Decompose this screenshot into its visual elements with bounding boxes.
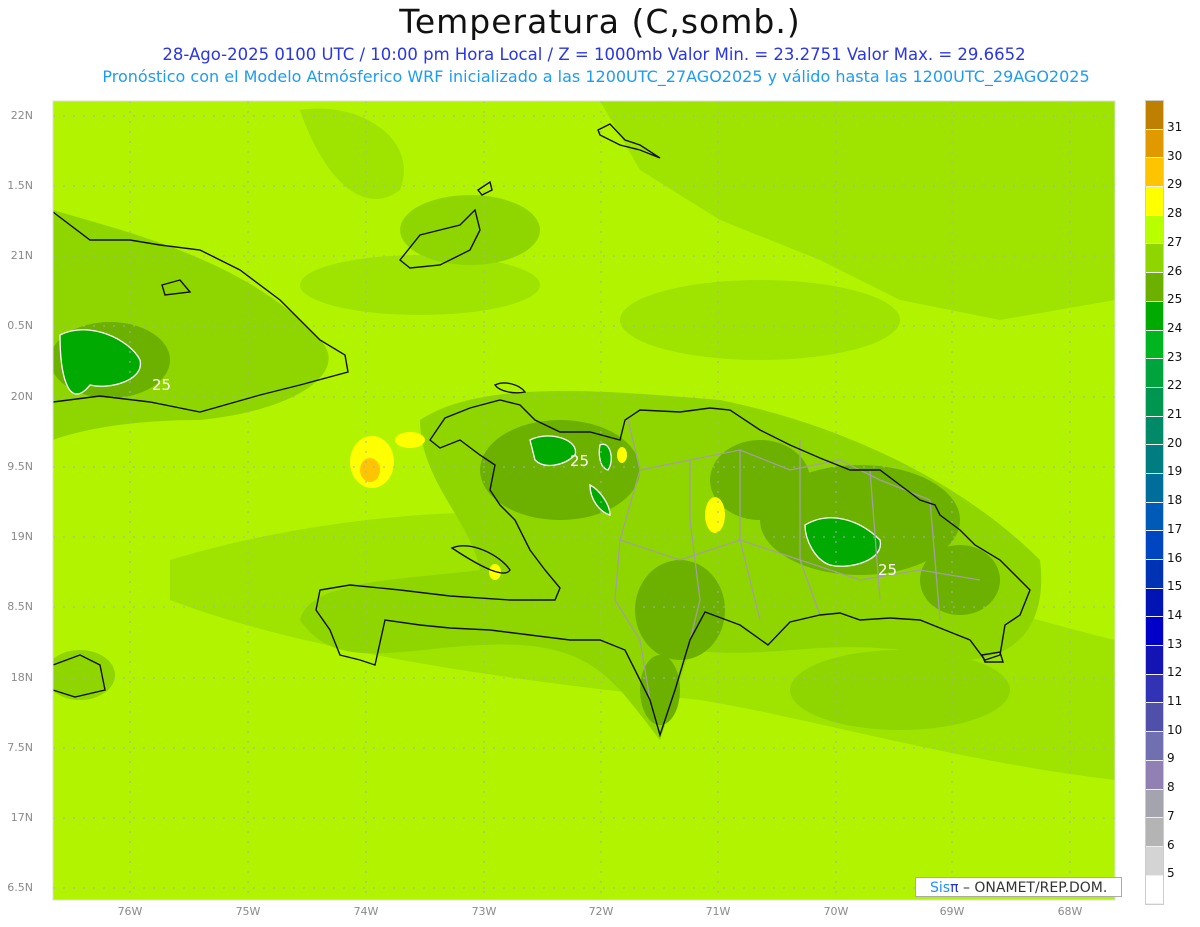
colorbar-swatch (1146, 760, 1163, 790)
colorbar-swatch (1146, 560, 1163, 589)
contour-label: 25 (570, 452, 589, 470)
colorbar-label: 9 (1167, 751, 1175, 766)
lat-label: 18N (10, 671, 33, 684)
colorbar (1145, 100, 1164, 906)
colorbar-swatch (1146, 789, 1163, 819)
colorbar-swatch (1146, 215, 1163, 245)
colorbar-swatch (1146, 646, 1163, 675)
colorbar-swatch (1146, 301, 1163, 331)
contour-label: 25 (152, 376, 171, 394)
lat-label: 22N (10, 109, 33, 122)
colorbar-label: 26 (1167, 263, 1183, 278)
colorbar-label: 14 (1167, 607, 1183, 622)
lon-label: 68W (1057, 905, 1083, 918)
lat-label: 0.5N (7, 319, 33, 332)
lat-label: 1.5N (7, 179, 33, 192)
lon-label: 70W (823, 905, 849, 918)
colorbar-label: 12 (1167, 665, 1183, 680)
colorbar-swatch (1146, 588, 1163, 618)
colorbar-swatch (1146, 732, 1163, 761)
colorbar-swatch (1146, 875, 1163, 905)
colorbar-swatch (1146, 187, 1163, 216)
colorbar-swatch (1146, 359, 1163, 388)
colorbar-swatch (1146, 416, 1163, 446)
colorbar-swatch (1146, 818, 1163, 847)
lat-label: 20N (10, 390, 33, 403)
lon-label: 71W (705, 905, 731, 918)
colorbar-swatch (1146, 445, 1163, 474)
colorbar-label: 15 (1167, 579, 1183, 594)
colorbar-label: 21 (1167, 407, 1183, 421)
colorbar-swatch (1146, 473, 1163, 503)
colorbar-swatch (1146, 101, 1163, 130)
colorbar-label: 25 (1167, 292, 1183, 307)
contour-label: 25 (878, 561, 897, 579)
colorbar-swatch (1146, 846, 1163, 876)
colorbar-label: 23 (1167, 349, 1183, 364)
colorbar-label: 18 (1167, 493, 1183, 508)
colorbar-swatch (1146, 330, 1163, 360)
temperature-map: 25 25 25 (52, 100, 1116, 901)
lat-label: 8.5N (7, 600, 33, 613)
colorbar-label: 27 (1167, 234, 1183, 249)
lat-label: 6.5N (7, 881, 33, 894)
lat-label: 9.5N (7, 460, 33, 473)
lon-label: 69W (939, 905, 965, 918)
colorbar-label: 8 (1167, 780, 1175, 795)
lon-label: 76W (117, 905, 143, 918)
colorbar-label: 24 (1167, 320, 1183, 335)
lat-label: 19N (10, 530, 33, 543)
colorbar-label: 29 (1167, 177, 1183, 192)
credit-logo: Sisπ – ONAMET/REP.DOM. (915, 877, 1122, 897)
colorbar-label: 17 (1167, 521, 1183, 536)
colorbar-swatch (1146, 703, 1163, 733)
colorbar-label: 10 (1167, 722, 1183, 737)
colorbar-label: 5 (1167, 866, 1175, 881)
colorbar-label: 19 (1167, 464, 1183, 479)
lat-label: 17N (10, 811, 33, 824)
colorbar-swatch (1146, 674, 1163, 704)
colorbar-label: 28 (1167, 206, 1183, 221)
colorbar-swatch (1146, 531, 1163, 560)
colorbar-swatch (1146, 273, 1163, 302)
colorbar-label: 31 (1167, 120, 1183, 134)
pi-symbol: π (950, 880, 959, 896)
lon-label: 74W (353, 905, 379, 918)
colorbar-swatch (1146, 502, 1163, 532)
colorbar-label: 22 (1167, 378, 1183, 393)
colorbar-swatch (1146, 387, 1163, 417)
field-29-30-shading (360, 458, 380, 482)
lat-label: 7.5N (7, 741, 33, 754)
colorbar-label: 30 (1167, 148, 1183, 163)
colorbar-label: 20 (1167, 435, 1183, 450)
colorbar-label: 11 (1167, 694, 1183, 708)
colorbar-label: 6 (1167, 837, 1175, 852)
colorbar-swatch (1146, 129, 1163, 159)
lon-label: 73W (471, 905, 497, 918)
colorbar-label: 16 (1167, 550, 1183, 565)
lat-label: 21N (10, 249, 33, 262)
colorbar-swatch (1146, 244, 1163, 274)
colorbar-label: 7 (1167, 808, 1175, 823)
colorbar-label: 13 (1167, 636, 1183, 651)
credit-text: – ONAMET/REP.DOM. (958, 880, 1108, 896)
lon-label: 75W (235, 905, 261, 918)
colorbar-swatch (1146, 158, 1163, 188)
lon-label: 72W (588, 905, 614, 918)
sispi-logo-text: Sis (930, 880, 951, 896)
colorbar-swatch (1146, 617, 1163, 647)
